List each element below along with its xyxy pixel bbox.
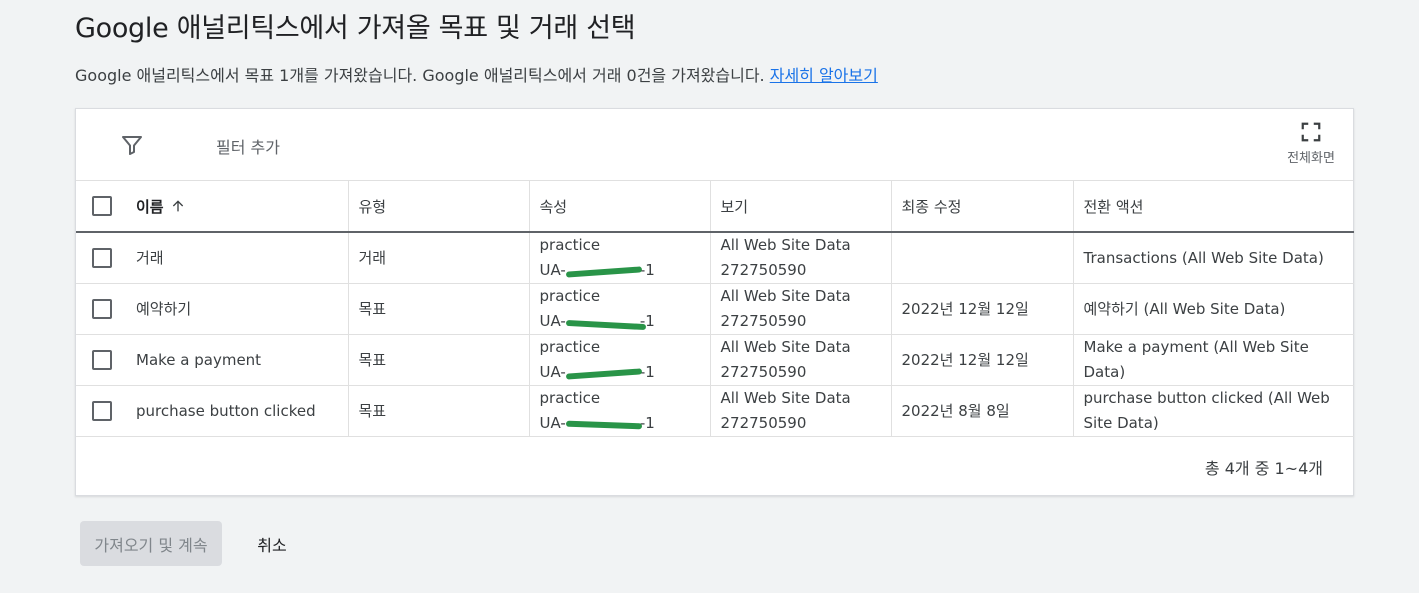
column-header-type[interactable]: 유형 <box>347 181 529 232</box>
redaction-mark <box>565 319 646 331</box>
column-header-property[interactable]: 속성 <box>528 181 710 232</box>
row-modified: 2022년 8월 8일 <box>890 385 1073 437</box>
fullscreen-label: 전체화면 <box>1287 151 1335 166</box>
import-and-continue-button[interactable]: 가져오기 및 계속 <box>80 521 222 566</box>
table-footer: 총 4개 중 1~4개 <box>76 437 1353 497</box>
row-modified: 2022년 12월 12일 <box>890 334 1073 386</box>
column-header-modified[interactable]: 최종 수정 <box>890 181 1073 232</box>
row-type: 거래 <box>347 232 529 284</box>
row-name: 예약하기 <box>136 299 192 318</box>
row-property: practice UA- -1 <box>528 283 710 335</box>
row-property: practice UA- -1 <box>528 385 710 437</box>
row-view: All Web Site Data 272750590 <box>709 232 891 284</box>
row-type: 목표 <box>347 283 529 335</box>
row-modified: 2022년 12월 12일 <box>890 283 1073 335</box>
row-property: practice UA- -1 <box>528 232 710 284</box>
property-name: practice <box>539 389 601 407</box>
row-action: 예약하기 (All Web Site Data) <box>1072 283 1354 335</box>
row-name: purchase button clicked <box>136 401 316 420</box>
row-type: 목표 <box>347 385 529 437</box>
column-header-action[interactable]: 전환 액션 <box>1072 181 1354 232</box>
property-name: practice <box>539 236 601 254</box>
redaction-mark <box>565 266 642 278</box>
page-description: Google 애널리틱스에서 목표 1개를 가져왔습니다. Google 애널리… <box>75 62 878 86</box>
goals-table-card: 필터 추가 전체화면 이름 유형 속성 보기 최종 수정 전환 액션 거래 거래… <box>75 108 1354 496</box>
row-action: Transactions (All Web Site Data) <box>1072 232 1354 284</box>
property-id: UA- -1 <box>539 363 655 381</box>
page-title: Google 애널리틱스에서 가져올 목표 및 거래 선택 <box>75 13 636 44</box>
row-action: Make a payment (All Web Site Data) <box>1072 334 1354 386</box>
row-property: practice UA- -1 <box>528 334 710 386</box>
redaction-mark <box>565 420 642 430</box>
property-name: practice <box>539 287 601 305</box>
row-checkbox[interactable] <box>92 248 112 268</box>
redaction-mark <box>565 368 642 380</box>
cancel-button[interactable]: 취소 <box>240 521 304 566</box>
row-action: purchase button clicked (All Web Site Da… <box>1072 385 1354 437</box>
learn-more-link[interactable]: 자세히 알아보기 <box>770 66 878 85</box>
select-all-checkbox[interactable] <box>92 196 112 216</box>
row-name: 거래 <box>136 248 164 267</box>
row-checkbox[interactable] <box>92 401 112 421</box>
row-view: All Web Site Data 272750590 <box>709 385 891 437</box>
arrow-up-icon[interactable] <box>170 198 186 214</box>
goals-table: 이름 유형 속성 보기 최종 수정 전환 액션 거래 거래 practice U… <box>76 181 1354 437</box>
row-name: Make a payment <box>136 350 262 369</box>
row-checkbox[interactable] <box>92 350 112 370</box>
column-header-name[interactable]: 이름 <box>136 196 164 217</box>
table-row[interactable]: 예약하기 목표 practice UA- -1 All Web Site Data… <box>76 283 1354 335</box>
row-modified <box>890 232 1073 284</box>
pagination-text: 총 4개 중 1~4개 <box>1204 459 1323 478</box>
fullscreen-icon <box>1301 122 1321 142</box>
row-view: All Web Site Data 272750590 <box>709 334 891 386</box>
filter-icon[interactable] <box>120 133 144 157</box>
column-header-view[interactable]: 보기 <box>709 181 891 232</box>
table-header-row: 이름 유형 속성 보기 최종 수정 전환 액션 <box>76 181 1354 232</box>
description-text: Google 애널리틱스에서 목표 1개를 가져왔습니다. Google 애널리… <box>75 66 770 85</box>
add-filter-button[interactable]: 필터 추가 <box>216 134 280 158</box>
table-row[interactable]: 거래 거래 practice UA- -1 All Web Site Data 2… <box>76 232 1354 284</box>
fullscreen-button[interactable]: 전체화면 <box>1281 121 1341 171</box>
property-id: UA- -1 <box>539 414 655 432</box>
property-id: UA- -1 <box>539 312 655 331</box>
table-row[interactable]: Make a payment 목표 practice UA- -1 All Web… <box>76 334 1354 386</box>
row-checkbox[interactable] <box>92 299 112 319</box>
property-name: practice <box>539 338 601 356</box>
property-id: UA- -1 <box>539 261 655 279</box>
filter-bar: 필터 추가 전체화면 <box>76 109 1353 181</box>
row-type: 목표 <box>347 334 529 386</box>
table-row[interactable]: purchase button clicked 목표 practice UA- -… <box>76 385 1354 437</box>
row-view: All Web Site Data 272750590 <box>709 283 891 335</box>
